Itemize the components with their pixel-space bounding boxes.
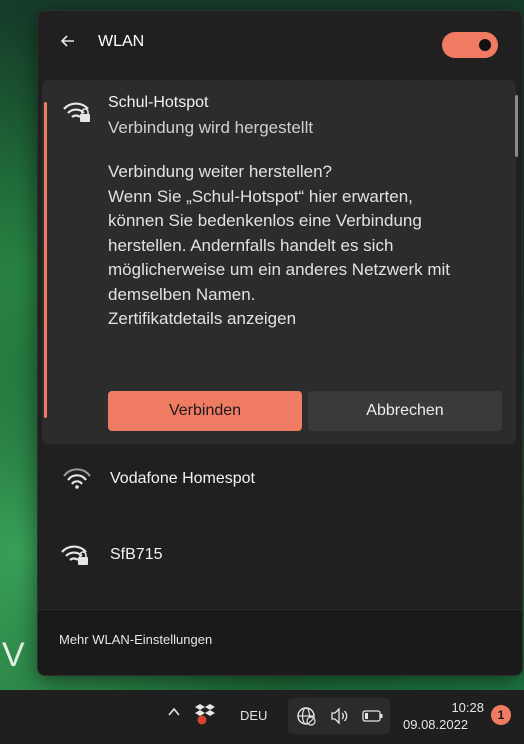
dropbox-icon[interactable] [194,701,216,725]
message-line: können Sie bedenkenlos eine Verbindung [108,211,422,230]
network-icon [296,706,316,731]
flyout-header: WLAN [38,11,522,77]
connect-button[interactable]: Verbinden [108,391,302,431]
wifi-open-icon [62,467,92,491]
wifi-secured-icon [60,543,90,567]
network-status: Verbindung wird hergestellt [108,118,314,137]
cancel-button[interactable]: Abbrechen [308,391,502,431]
clock-date[interactable]: 09.08.2022 [403,717,468,732]
notification-badge[interactable]: 1 [491,705,511,725]
battery-icon [362,709,384,728]
network-list-item[interactable]: SfB715 [38,523,522,587]
scrollbar[interactable] [515,95,518,157]
more-wifi-settings-link[interactable]: Mehr WLAN-Einstellungen [59,632,212,647]
language-indicator[interactable]: DEU [240,708,267,723]
flyout-footer: Mehr WLAN-Einstellungen [38,609,522,675]
wifi-flyout-panel: WLAN Schul-Hotspot Verbindung wird herge… [37,10,523,676]
connecting-network-card: Schul-Hotspot Verbindung wird hergestell… [42,80,516,444]
taskbar: DEU 10:28 09.08.2022 1 [0,690,524,744]
wallpaper-text: V [2,636,25,674]
network-name: SfB715 [110,546,163,563]
volume-icon [330,707,350,730]
message-line: demselben Namen. [108,284,256,304]
quick-settings-group[interactable] [288,698,390,734]
message-line: möglicherweise um ein anderes Netzwerk m… [108,260,451,279]
message-line: herstellen. Andernfalls handelt es sich [108,235,394,255]
back-arrow-icon[interactable] [58,31,78,51]
network-name: Schul-Hotspot [108,94,209,111]
network-name: Vodafone Homespot [110,470,255,487]
wifi-secured-icon [62,100,92,124]
connection-warning-message: Verbindung weiter herstellen? Wenn Sie „… [108,160,508,332]
toggle-knob [479,39,491,51]
network-list-item[interactable]: Vodafone Homespot [38,447,522,511]
message-line: Wenn Sie „Schul-Hotspot“ hier erwarten, [108,186,413,206]
certificate-details-link[interactable]: Zertifikatdetails anzeigen [108,307,508,332]
clock-time[interactable]: 10:28 [440,700,484,715]
flyout-title: WLAN [98,33,145,50]
selection-accent-bar [44,102,47,418]
wifi-toggle[interactable] [442,32,498,58]
message-line: Verbindung weiter herstellen? [108,162,332,181]
chevron-up-icon[interactable] [166,704,182,725]
